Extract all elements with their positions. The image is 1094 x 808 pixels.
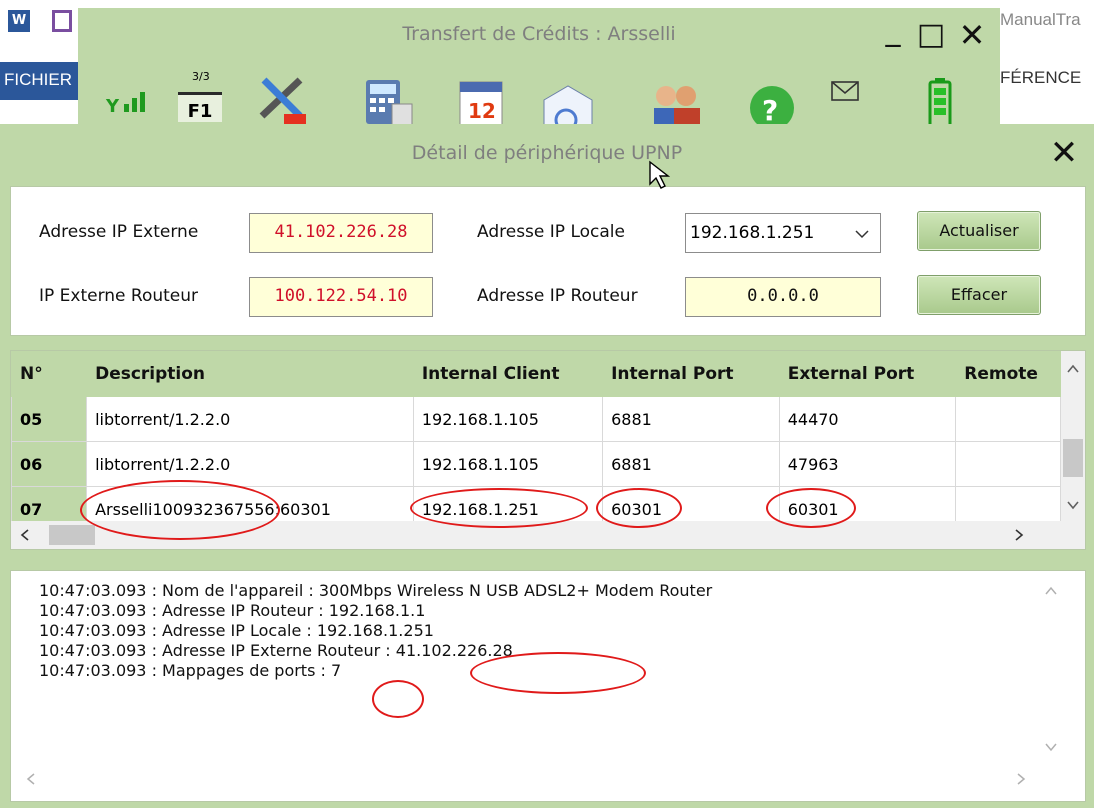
external-router-ip-field[interactable]: 100.122.54.10 — [249, 277, 433, 317]
word-tab-references[interactable]: FÉRENCE — [1000, 68, 1081, 88]
row-internal-client: 192.168.1.105 — [412, 396, 604, 442]
router-ip-label: Adresse IP Routeur — [477, 286, 638, 306]
highlight-ellipse — [372, 680, 424, 718]
chevron-down-icon[interactable] — [854, 226, 870, 242]
scroll-right-icon[interactable] — [1011, 527, 1027, 543]
table-header-row: N° Description Internal Client Internal … — [11, 351, 1061, 397]
dialog-title: Détail de périphérique UPNP — [411, 142, 683, 164]
word-tab-file[interactable]: FICHIER — [4, 70, 72, 90]
table-row[interactable]: 05 libtorrent/1.2.2.0 192.168.1.105 6881… — [11, 396, 1061, 442]
log-scroll-right-icon[interactable] — [1013, 771, 1029, 787]
refresh-button[interactable]: Actualiser — [917, 211, 1041, 251]
highlight-ellipse — [766, 488, 856, 528]
column-header-number[interactable]: N° — [11, 351, 88, 397]
highlight-ellipse — [470, 652, 646, 694]
row-description: libtorrent/1.2.2.0 — [86, 396, 414, 442]
h-scroll-thumb[interactable] — [49, 525, 95, 545]
svg-text:12: 12 — [468, 99, 496, 123]
transfer-window: Transfert de Crédits : Arsselli _ □ ✕ Y … — [78, 8, 1000, 132]
scroll-left-icon[interactable] — [17, 527, 33, 543]
signal-icon[interactable]: Y — [102, 66, 162, 126]
clear-button[interactable]: Effacer — [917, 275, 1041, 315]
word-quickaccess: W — [0, 0, 80, 60]
scroll-down-icon[interactable] — [1065, 497, 1081, 513]
mouse-cursor-icon — [648, 160, 671, 190]
log-scroll-down-icon[interactable] — [1043, 739, 1059, 755]
log-line: 10:47:03.093 : Adresse IP Routeur : 192.… — [39, 601, 426, 620]
word-app-icon[interactable]: W — [8, 10, 30, 32]
row-external-port: 47963 — [778, 441, 957, 487]
scroll-thumb[interactable] — [1063, 439, 1083, 477]
counter-top: 3/3 — [192, 70, 210, 83]
word-title-area: ManualTra — [1000, 0, 1094, 60]
external-ip-label: Adresse IP Externe — [39, 222, 199, 242]
word-ribbon-right: FÉRENCE — [1000, 62, 1094, 102]
page-counter-icon[interactable]: 3/3 F1 — [178, 70, 228, 130]
column-header-remote[interactable]: Remote — [955, 351, 1061, 397]
column-header-internal-client[interactable]: Internal Client — [412, 351, 604, 397]
row-remote — [955, 396, 1061, 442]
highlight-ellipse — [80, 480, 280, 540]
svg-text:?: ? — [762, 94, 778, 127]
table-vertical-scrollbar[interactable] — [1061, 351, 1085, 521]
log-scroll-up-icon[interactable] — [1043, 583, 1059, 599]
ip-info-panel: Adresse IP Externe 41.102.226.28 IP Exte… — [10, 186, 1086, 336]
local-ip-selected: 192.168.1.251 — [690, 223, 815, 243]
local-ip-label: Adresse IP Locale — [477, 222, 625, 242]
column-header-internal-port[interactable]: Internal Port — [602, 351, 780, 397]
highlight-ellipse — [410, 488, 588, 528]
tools-icon[interactable] — [254, 70, 310, 126]
row-internal-port: 6881 — [602, 396, 780, 442]
scroll-up-icon[interactable] — [1065, 361, 1081, 377]
row-internal-port: 6881 — [602, 441, 780, 487]
external-router-ip-label: IP Externe Routeur — [39, 286, 199, 306]
row-number: 06 — [11, 441, 88, 487]
column-header-external-port[interactable]: External Port — [778, 351, 957, 397]
dialog-close-button[interactable]: ✕ — [1042, 130, 1086, 176]
highlight-ellipse — [596, 488, 682, 528]
upnp-detail-dialog: Détail de périphérique UPNP ✕ Adresse IP… — [0, 124, 1094, 808]
envelope-icon[interactable] — [826, 76, 866, 116]
close-button[interactable]: ✕ — [952, 14, 992, 54]
word-ribbon-tabs: FICHIER — [0, 62, 80, 100]
local-ip-select[interactable]: 192.168.1.251 — [685, 213, 881, 253]
column-header-description[interactable]: Description — [86, 351, 414, 397]
transfer-window-title: Transfert de Crédits : Arsselli — [402, 23, 676, 45]
svg-text:Y: Y — [105, 96, 120, 117]
row-number: 05 — [11, 396, 88, 442]
row-external-port: 44470 — [778, 396, 957, 442]
maximize-button[interactable]: □ — [914, 14, 948, 54]
battery-icon — [926, 76, 956, 128]
router-ip-field[interactable]: 0.0.0.0 — [685, 277, 881, 317]
log-line: 10:47:03.093 : Nom de l'appareil : 300Mb… — [39, 581, 713, 600]
calculator-icon[interactable] — [356, 74, 416, 130]
minimize-button[interactable]: _ — [876, 14, 910, 54]
counter-bottom: F1 — [178, 92, 222, 122]
row-remote — [955, 441, 1061, 487]
save-icon[interactable] — [52, 10, 72, 32]
word-doc-title: ManualTra — [1000, 10, 1081, 29]
row-description: libtorrent/1.2.2.0 — [86, 441, 414, 487]
row-internal-client: 192.168.1.105 — [412, 441, 604, 487]
log-line: 10:47:03.093 : Adresse IP Locale : 192.1… — [39, 621, 434, 640]
log-scroll-left-icon[interactable] — [23, 771, 39, 787]
external-ip-field[interactable]: 41.102.226.28 — [249, 213, 433, 253]
